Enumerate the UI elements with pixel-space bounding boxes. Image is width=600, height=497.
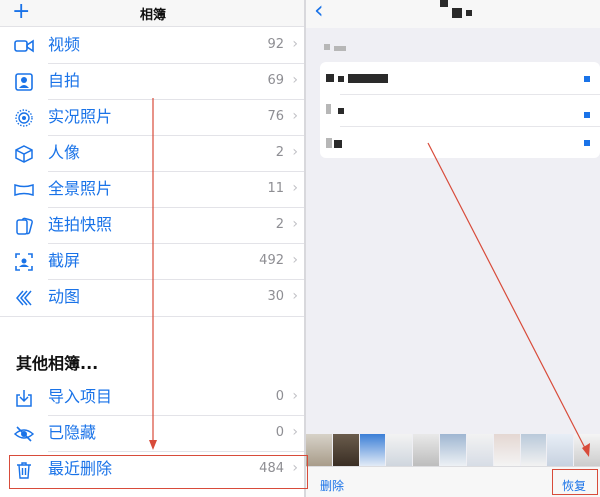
annotation-arrow-diagonal — [427, 142, 587, 451]
annotation-arrowhead-down — [149, 440, 157, 450]
annotation-arrows — [149, 98, 590, 457]
